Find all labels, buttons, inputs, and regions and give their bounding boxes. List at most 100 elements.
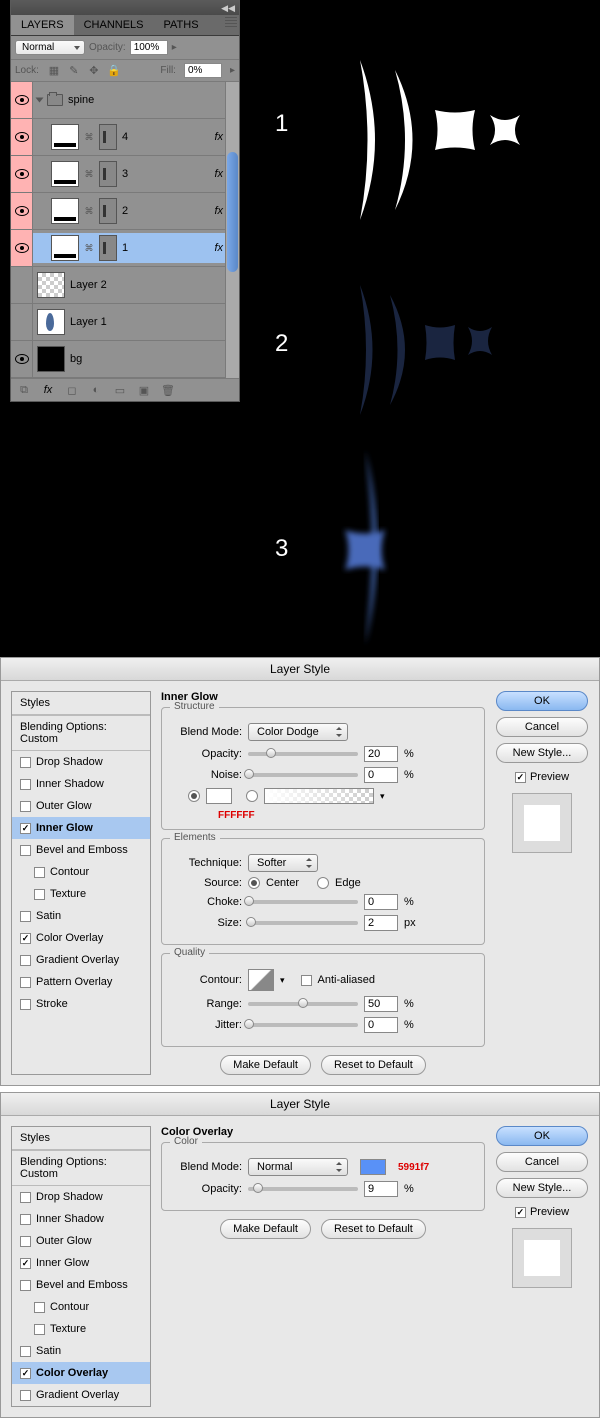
blending-options[interactable]: Blending Options: Custom xyxy=(12,1150,150,1186)
style-stroke[interactable]: Stroke xyxy=(12,993,150,1015)
new-style-button[interactable]: New Style... xyxy=(496,743,588,763)
style-gradient-overlay[interactable]: Gradient Overlay xyxy=(12,1384,150,1406)
style-inner-shadow[interactable]: Inner Shadow xyxy=(12,773,150,795)
style-drop-shadow[interactable]: Drop Shadow xyxy=(12,1186,150,1208)
gradient-dropdown-icon[interactable]: ▾ xyxy=(380,791,385,802)
source-edge-radio[interactable] xyxy=(317,877,329,889)
checkbox[interactable] xyxy=(20,933,31,944)
cancel-button[interactable]: Cancel xyxy=(496,1152,588,1172)
style-color-overlay[interactable]: Color Overlay xyxy=(12,1362,150,1384)
layer-4[interactable]: ⌘ 4 fx xyxy=(33,122,239,152)
opacity-slider[interactable] xyxy=(248,752,358,756)
style-drop-shadow[interactable]: Drop Shadow xyxy=(12,751,150,773)
size-input[interactable] xyxy=(364,915,398,931)
style-color-overlay[interactable]: Color Overlay xyxy=(12,927,150,949)
visibility-toggle[interactable] xyxy=(11,156,33,192)
layer-2-shape[interactable]: ⌘ 2 fx xyxy=(33,196,239,226)
style-gradient-overlay[interactable]: Gradient Overlay xyxy=(12,949,150,971)
lock-pixels-icon[interactable]: ✎ xyxy=(67,64,81,78)
style-bevel-emboss[interactable]: Bevel and Emboss xyxy=(12,1274,150,1296)
checkbox[interactable] xyxy=(34,1302,45,1313)
antialiased-checkbox[interactable] xyxy=(301,975,312,986)
checkbox[interactable] xyxy=(20,1258,31,1269)
checkbox[interactable] xyxy=(20,801,31,812)
tab-paths[interactable]: PATHS xyxy=(154,15,209,35)
visibility-toggle[interactable] xyxy=(11,341,33,377)
style-inner-glow[interactable]: Inner Glow xyxy=(12,1252,150,1274)
blend-mode-select[interactable]: Normal xyxy=(15,40,85,55)
contour-picker[interactable] xyxy=(248,969,274,991)
scrollbar-thumb[interactable] xyxy=(227,152,238,272)
layer-layer2[interactable]: Layer 2 xyxy=(33,270,239,300)
visibility-toggle[interactable] xyxy=(11,82,33,118)
checkbox[interactable] xyxy=(20,999,31,1010)
gradient-radio[interactable] xyxy=(246,790,258,802)
fx-indicator[interactable]: fx xyxy=(214,205,223,217)
noise-input[interactable] xyxy=(364,767,398,783)
styles-header[interactable]: Styles xyxy=(12,692,150,715)
delete-layer-icon[interactable]: 🗑 xyxy=(161,383,175,397)
layer-style-icon[interactable]: fx xyxy=(41,383,55,397)
fill-dropdown-icon[interactable]: ▸ xyxy=(230,65,235,76)
style-texture[interactable]: Texture xyxy=(12,883,150,905)
disclosure-triangle-icon[interactable] xyxy=(36,98,44,103)
layer-bg[interactable]: bg xyxy=(33,344,239,374)
cancel-button[interactable]: Cancel xyxy=(496,717,588,737)
layer-3[interactable]: ⌘ 3 fx xyxy=(33,159,239,189)
lock-position-icon[interactable]: ✥ xyxy=(87,64,101,78)
style-satin[interactable]: Satin xyxy=(12,1340,150,1362)
adjustment-layer-icon[interactable]: ◐ xyxy=(89,383,103,397)
range-slider[interactable] xyxy=(248,1002,358,1006)
collapse-icon[interactable]: ◀◀ xyxy=(221,3,235,14)
style-bevel-emboss[interactable]: Bevel and Emboss xyxy=(12,839,150,861)
jitter-slider[interactable] xyxy=(248,1023,358,1027)
style-contour[interactable]: Contour xyxy=(12,1296,150,1318)
lock-all-icon[interactable]: 🔒 xyxy=(107,64,121,78)
reset-default-button[interactable]: Reset to Default xyxy=(321,1055,426,1075)
checkbox[interactable] xyxy=(20,955,31,966)
technique-select[interactable]: Softer xyxy=(248,854,318,872)
layer-mask-icon[interactable]: ◻ xyxy=(65,383,79,397)
preview-checkbox[interactable] xyxy=(515,772,526,783)
source-center-radio[interactable] xyxy=(248,877,260,889)
checkbox[interactable] xyxy=(20,1280,31,1291)
overlay-color-swatch[interactable] xyxy=(360,1159,386,1175)
panel-menu-icon[interactable] xyxy=(223,15,239,35)
layer-layer1[interactable]: Layer 1 xyxy=(33,307,239,337)
visibility-toggle[interactable] xyxy=(11,230,33,266)
link-layers-icon[interactable]: ⧉ xyxy=(17,383,31,397)
tab-channels[interactable]: CHANNELS xyxy=(74,15,154,35)
ok-button[interactable]: OK xyxy=(496,1126,588,1146)
checkbox[interactable] xyxy=(20,977,31,988)
lock-transparency-icon[interactable]: ▦ xyxy=(47,64,61,78)
checkbox[interactable] xyxy=(20,1390,31,1401)
blend-mode-select[interactable]: Normal xyxy=(248,1158,348,1176)
visibility-toggle[interactable] xyxy=(11,119,33,155)
checkbox[interactable] xyxy=(20,1368,31,1379)
noise-slider[interactable] xyxy=(248,773,358,777)
checkbox[interactable] xyxy=(20,1192,31,1203)
style-outer-glow[interactable]: Outer Glow xyxy=(12,795,150,817)
style-inner-glow[interactable]: Inner Glow xyxy=(12,817,150,839)
checkbox[interactable] xyxy=(20,1346,31,1357)
checkbox[interactable] xyxy=(20,845,31,856)
checkbox[interactable] xyxy=(20,1236,31,1247)
preview-checkbox[interactable] xyxy=(515,1207,526,1218)
color-radio[interactable] xyxy=(188,790,200,802)
style-satin[interactable]: Satin xyxy=(12,905,150,927)
visibility-toggle[interactable] xyxy=(11,304,33,340)
new-group-icon[interactable]: ▭ xyxy=(113,383,127,397)
opacity-input[interactable] xyxy=(364,1181,398,1197)
choke-input[interactable] xyxy=(364,894,398,910)
new-layer-icon[interactable]: ▣ xyxy=(137,383,151,397)
checkbox[interactable] xyxy=(20,823,31,834)
opacity-input[interactable] xyxy=(364,746,398,762)
panel-collapse-bar[interactable]: ◀◀ xyxy=(11,1,239,15)
make-default-button[interactable]: Make Default xyxy=(220,1055,311,1075)
make-default-button[interactable]: Make Default xyxy=(220,1219,311,1239)
jitter-input[interactable] xyxy=(364,1017,398,1033)
checkbox[interactable] xyxy=(34,1324,45,1335)
fx-indicator[interactable]: fx xyxy=(214,168,223,180)
style-outer-glow[interactable]: Outer Glow xyxy=(12,1230,150,1252)
style-texture[interactable]: Texture xyxy=(12,1318,150,1340)
